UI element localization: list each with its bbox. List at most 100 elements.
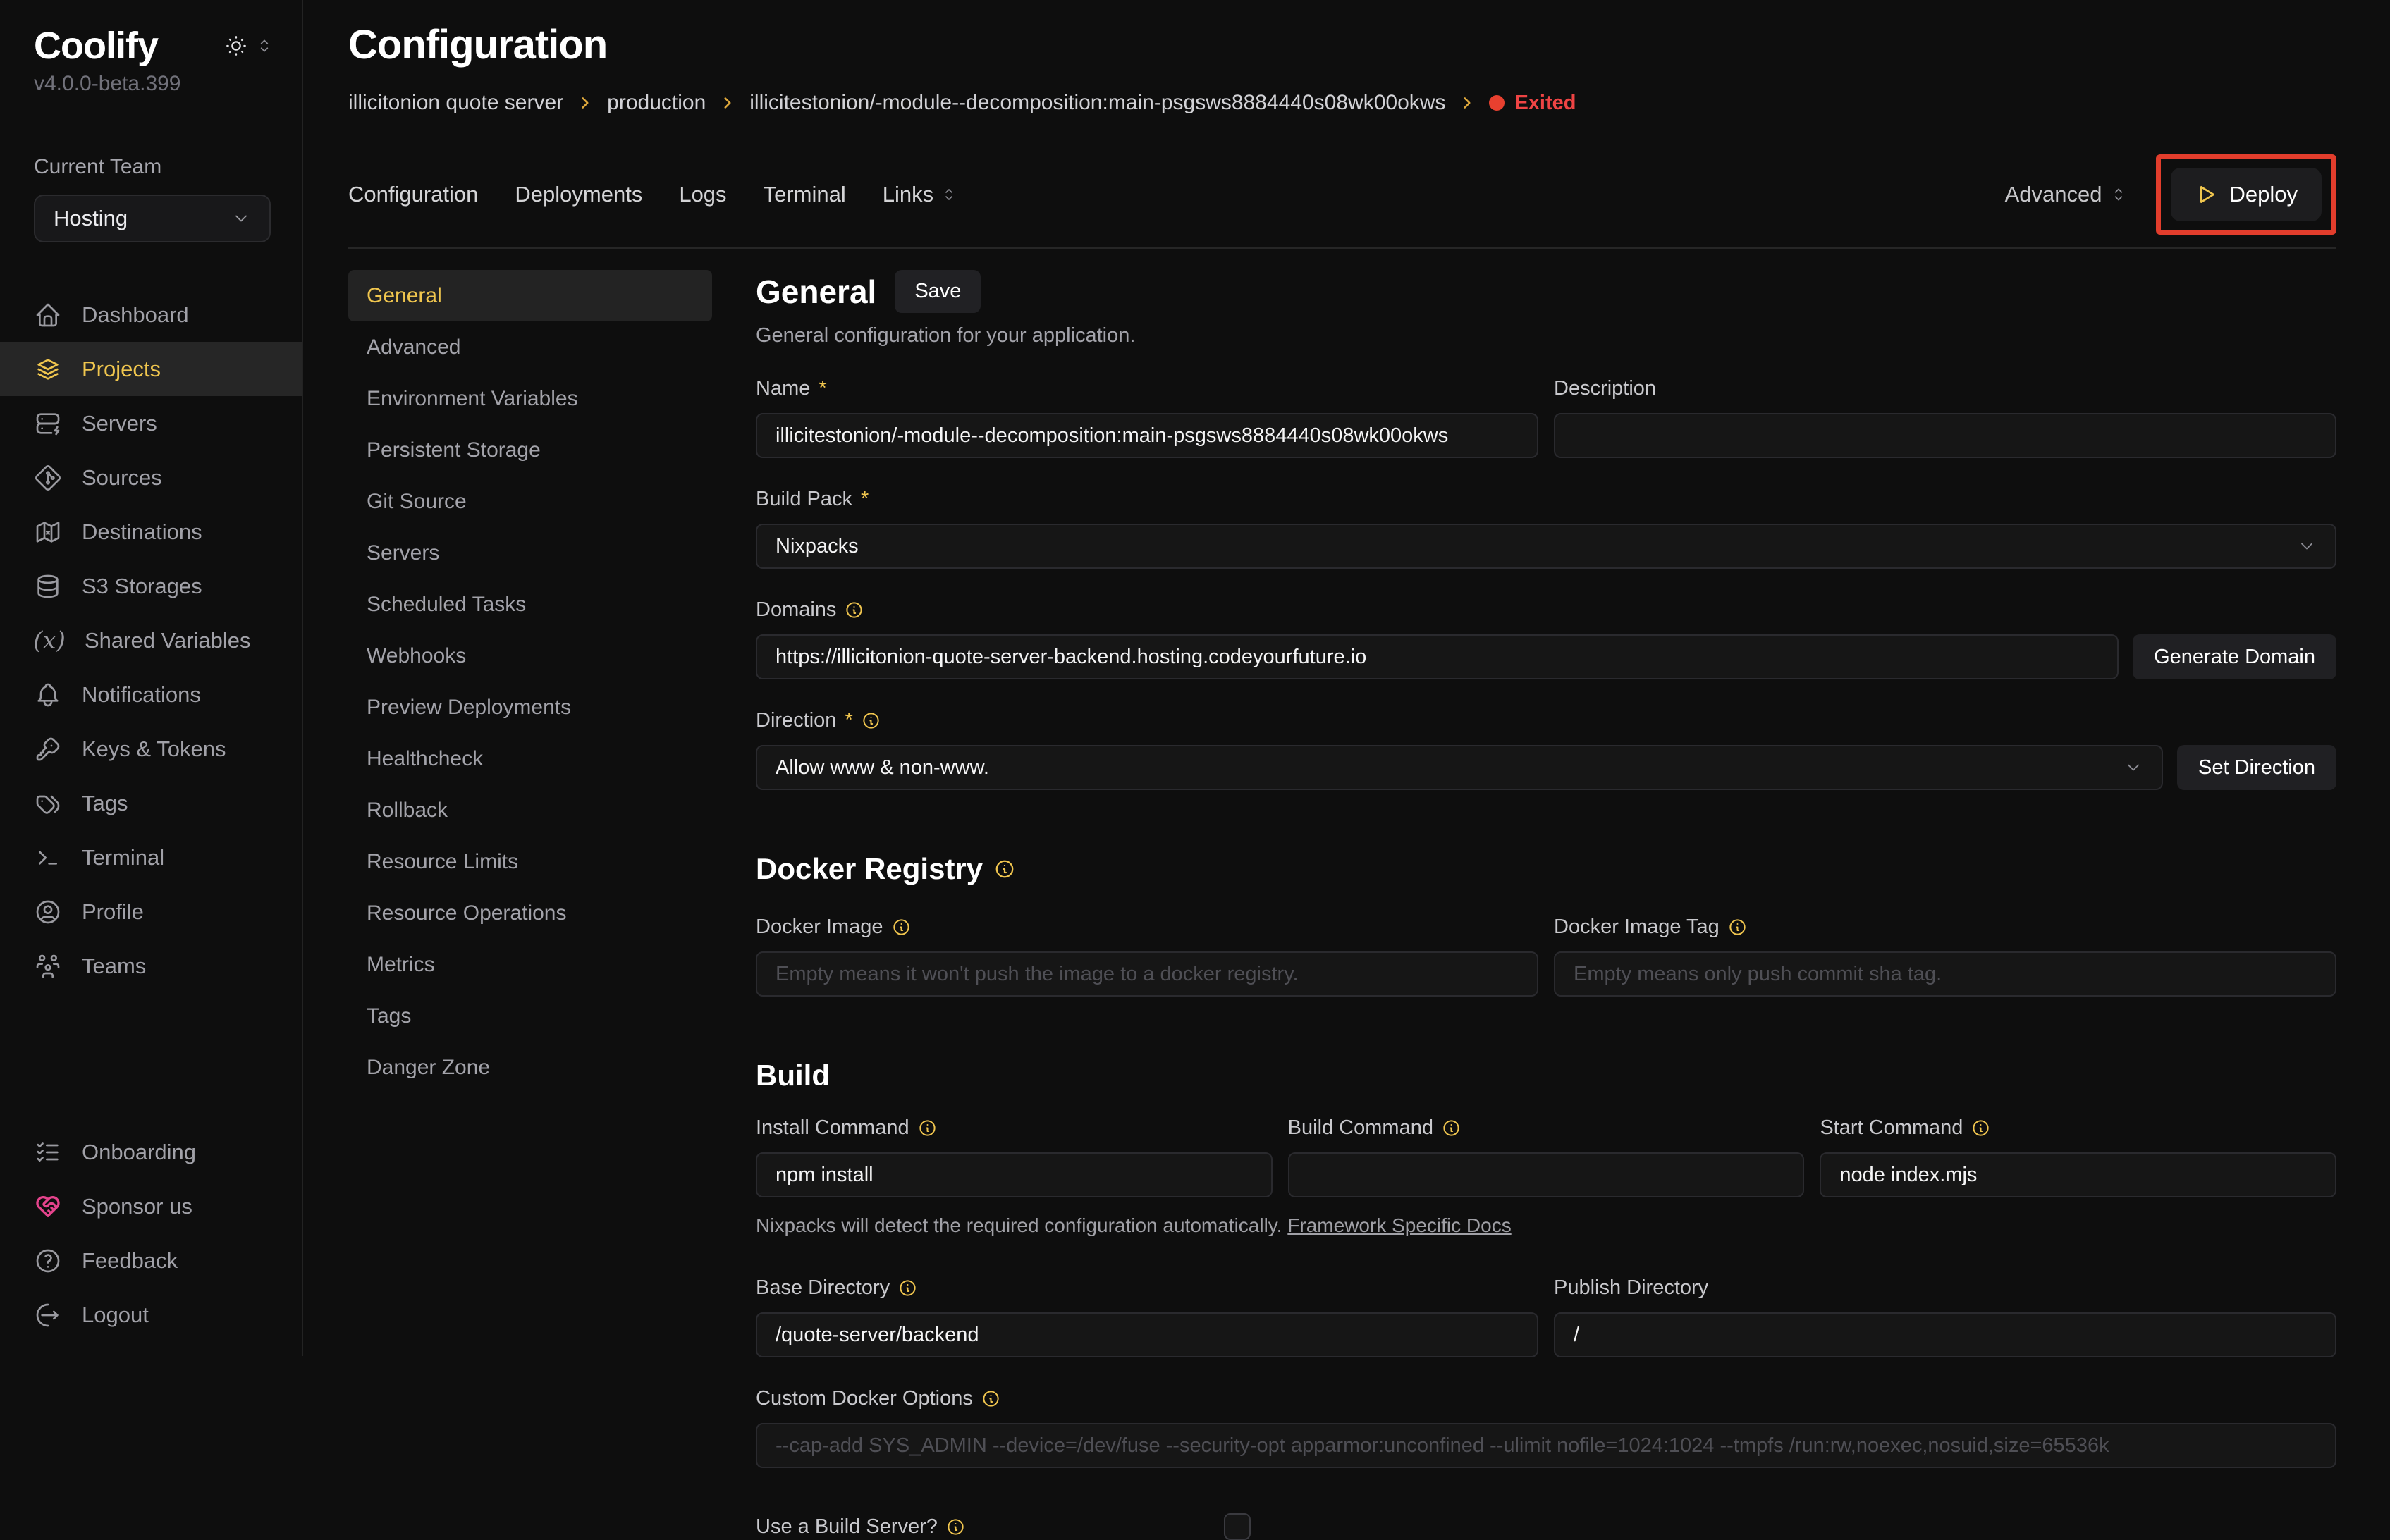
publish-directory-input[interactable] xyxy=(1554,1312,2336,1357)
sidebar-item-feedback[interactable]: Feedback xyxy=(0,1233,302,1288)
set-direction-button[interactable]: Set Direction xyxy=(2177,745,2336,790)
sidebar-item-tags[interactable]: Tags xyxy=(0,776,302,830)
tab-logs[interactable]: Logs xyxy=(679,182,726,207)
sun-icon xyxy=(224,34,248,58)
save-button[interactable]: Save xyxy=(895,270,981,313)
sidebar-item-servers[interactable]: Servers xyxy=(0,396,302,450)
sidebar-item-label: Teams xyxy=(82,954,146,979)
description-input[interactable] xyxy=(1554,413,2336,458)
divider xyxy=(348,247,2336,249)
logout-icon xyxy=(34,1301,62,1329)
nixpacks-helper-text: Nixpacks will detect the required config… xyxy=(756,1214,2336,1237)
info-icon xyxy=(1728,918,1747,937)
heart-handshake-icon xyxy=(34,1193,62,1221)
subnav-item-webhooks[interactable]: Webhooks xyxy=(348,630,712,682)
build-server-checkbox[interactable] xyxy=(1224,1513,1251,1540)
sidebar-item-shared-variables[interactable]: (x) Shared Variables xyxy=(0,613,302,667)
breadcrumb-application[interactable]: illicitestonion/-module--decomposition:m… xyxy=(749,91,1445,115)
theme-toggle[interactable] xyxy=(224,34,274,58)
sidebar-item-label: Sources xyxy=(82,465,162,491)
sidebar-item-dashboard[interactable]: Dashboard xyxy=(0,288,302,342)
terminal-icon xyxy=(34,844,62,872)
build-pack-label: Build Pack xyxy=(756,488,852,511)
sidebar-item-projects[interactable]: Projects xyxy=(0,342,302,396)
sidebar-item-notifications[interactable]: Notifications xyxy=(0,667,302,722)
users-icon xyxy=(34,952,62,980)
tab-deployments[interactable]: Deployments xyxy=(515,182,642,207)
tab-terminal[interactable]: Terminal xyxy=(764,182,846,207)
subnav-item-environment-variables[interactable]: Environment Variables xyxy=(348,373,712,424)
subnav-item-scheduled-tasks[interactable]: Scheduled Tasks xyxy=(348,579,712,630)
breadcrumb-project[interactable]: illicitonion quote server xyxy=(348,91,563,115)
name-input[interactable] xyxy=(756,413,1538,458)
sidebar-item-profile[interactable]: Profile xyxy=(0,885,302,939)
sidebar-item-label: Terminal xyxy=(82,845,164,870)
subnav-item-tags[interactable]: Tags xyxy=(348,990,712,1042)
subnav-item-rollback[interactable]: Rollback xyxy=(348,784,712,836)
sidebar-item-label: Shared Variables xyxy=(85,628,251,653)
subnav-item-healthcheck[interactable]: Healthcheck xyxy=(348,733,712,784)
section-subtitle: General configuration for your applicati… xyxy=(756,324,2336,347)
bell-icon xyxy=(34,681,62,709)
sidebar-item-s3-storages[interactable]: S3 Storages xyxy=(0,559,302,613)
deploy-button[interactable]: Deploy xyxy=(2171,168,2322,221)
subnav-item-preview-deployments[interactable]: Preview Deployments xyxy=(348,682,712,733)
subnav-item-metrics[interactable]: Metrics xyxy=(348,939,712,990)
sidebar-item-label: Keys & Tokens xyxy=(82,737,226,762)
build-pack-select[interactable]: Nixpacks xyxy=(756,524,2336,569)
docker-image-tag-input[interactable] xyxy=(1554,951,2336,997)
install-command-input[interactable] xyxy=(756,1152,1273,1197)
domains-input[interactable] xyxy=(756,634,2119,679)
subnav-item-servers[interactable]: Servers xyxy=(348,527,712,579)
sidebar-item-label: Dashboard xyxy=(82,302,189,328)
base-directory-input[interactable] xyxy=(756,1312,1538,1357)
subnav-item-advanced[interactable]: Advanced xyxy=(348,321,712,373)
key-icon xyxy=(34,735,62,763)
breadcrumb-environment[interactable]: production xyxy=(607,91,706,115)
sidebar-item-keys-tokens[interactable]: Keys & Tokens xyxy=(0,722,302,776)
subnav-item-resource-limits[interactable]: Resource Limits xyxy=(348,836,712,887)
start-command-input[interactable] xyxy=(1820,1152,2336,1197)
docker-image-input[interactable] xyxy=(756,951,1538,997)
team-select[interactable]: Hosting xyxy=(34,195,271,242)
subnav-item-git-source[interactable]: Git Source xyxy=(348,476,712,527)
sidebar-item-logout[interactable]: Logout xyxy=(0,1288,302,1342)
tab-configuration[interactable]: Configuration xyxy=(348,182,478,207)
sidebar-item-label: Onboarding xyxy=(82,1140,196,1165)
build-command-input[interactable] xyxy=(1288,1152,1805,1197)
sidebar-item-onboarding[interactable]: Onboarding xyxy=(0,1125,302,1179)
app-logo: Coolify xyxy=(34,24,158,68)
subnav-item-resource-operations[interactable]: Resource Operations xyxy=(348,887,712,939)
tags-icon xyxy=(34,789,62,818)
sidebar-item-sponsor-us[interactable]: Sponsor us xyxy=(0,1179,302,1233)
sidebar-item-teams[interactable]: Teams xyxy=(0,939,302,993)
selector-icon xyxy=(255,37,274,55)
status-dot-icon xyxy=(1489,95,1505,111)
chevron-down-icon xyxy=(2297,536,2317,556)
docker-image-label: Docker Image xyxy=(756,916,883,939)
subnav-item-danger-zone[interactable]: Danger Zone xyxy=(348,1042,712,1093)
info-icon xyxy=(1442,1119,1461,1138)
build-pack-value: Nixpacks xyxy=(776,535,859,558)
sidebar-item-sources[interactable]: Sources xyxy=(0,450,302,505)
team-select-value: Hosting xyxy=(54,206,128,231)
chevron-right-icon xyxy=(718,94,737,112)
direction-select[interactable]: Allow www & non-www. xyxy=(756,745,2163,790)
subnav-item-general[interactable]: General xyxy=(348,270,712,321)
sidebar-item-destinations[interactable]: Destinations xyxy=(0,505,302,559)
build-command-label: Build Command xyxy=(1288,1116,1433,1140)
user-circle-icon xyxy=(34,898,62,926)
sidebar-item-label: Destinations xyxy=(82,519,202,545)
info-icon xyxy=(892,918,911,937)
sidebar-item-terminal[interactable]: Terminal xyxy=(0,830,302,885)
current-team-label: Current Team xyxy=(0,96,302,179)
subnav-item-persistent-storage[interactable]: Persistent Storage xyxy=(348,424,712,476)
sidebar-nav: Dashboard Projects Servers Sources Desti… xyxy=(0,288,302,993)
custom-docker-options-input[interactable] xyxy=(756,1423,2336,1468)
advanced-dropdown[interactable]: Advanced xyxy=(2005,182,2128,207)
tab-links[interactable]: Links xyxy=(883,182,957,207)
generate-domain-button[interactable]: Generate Domain xyxy=(2133,634,2336,679)
parentheses-x-icon: (x) xyxy=(34,627,65,655)
sidebar-item-label: Notifications xyxy=(82,682,201,708)
framework-docs-link[interactable]: Framework Specific Docs xyxy=(1287,1214,1511,1236)
